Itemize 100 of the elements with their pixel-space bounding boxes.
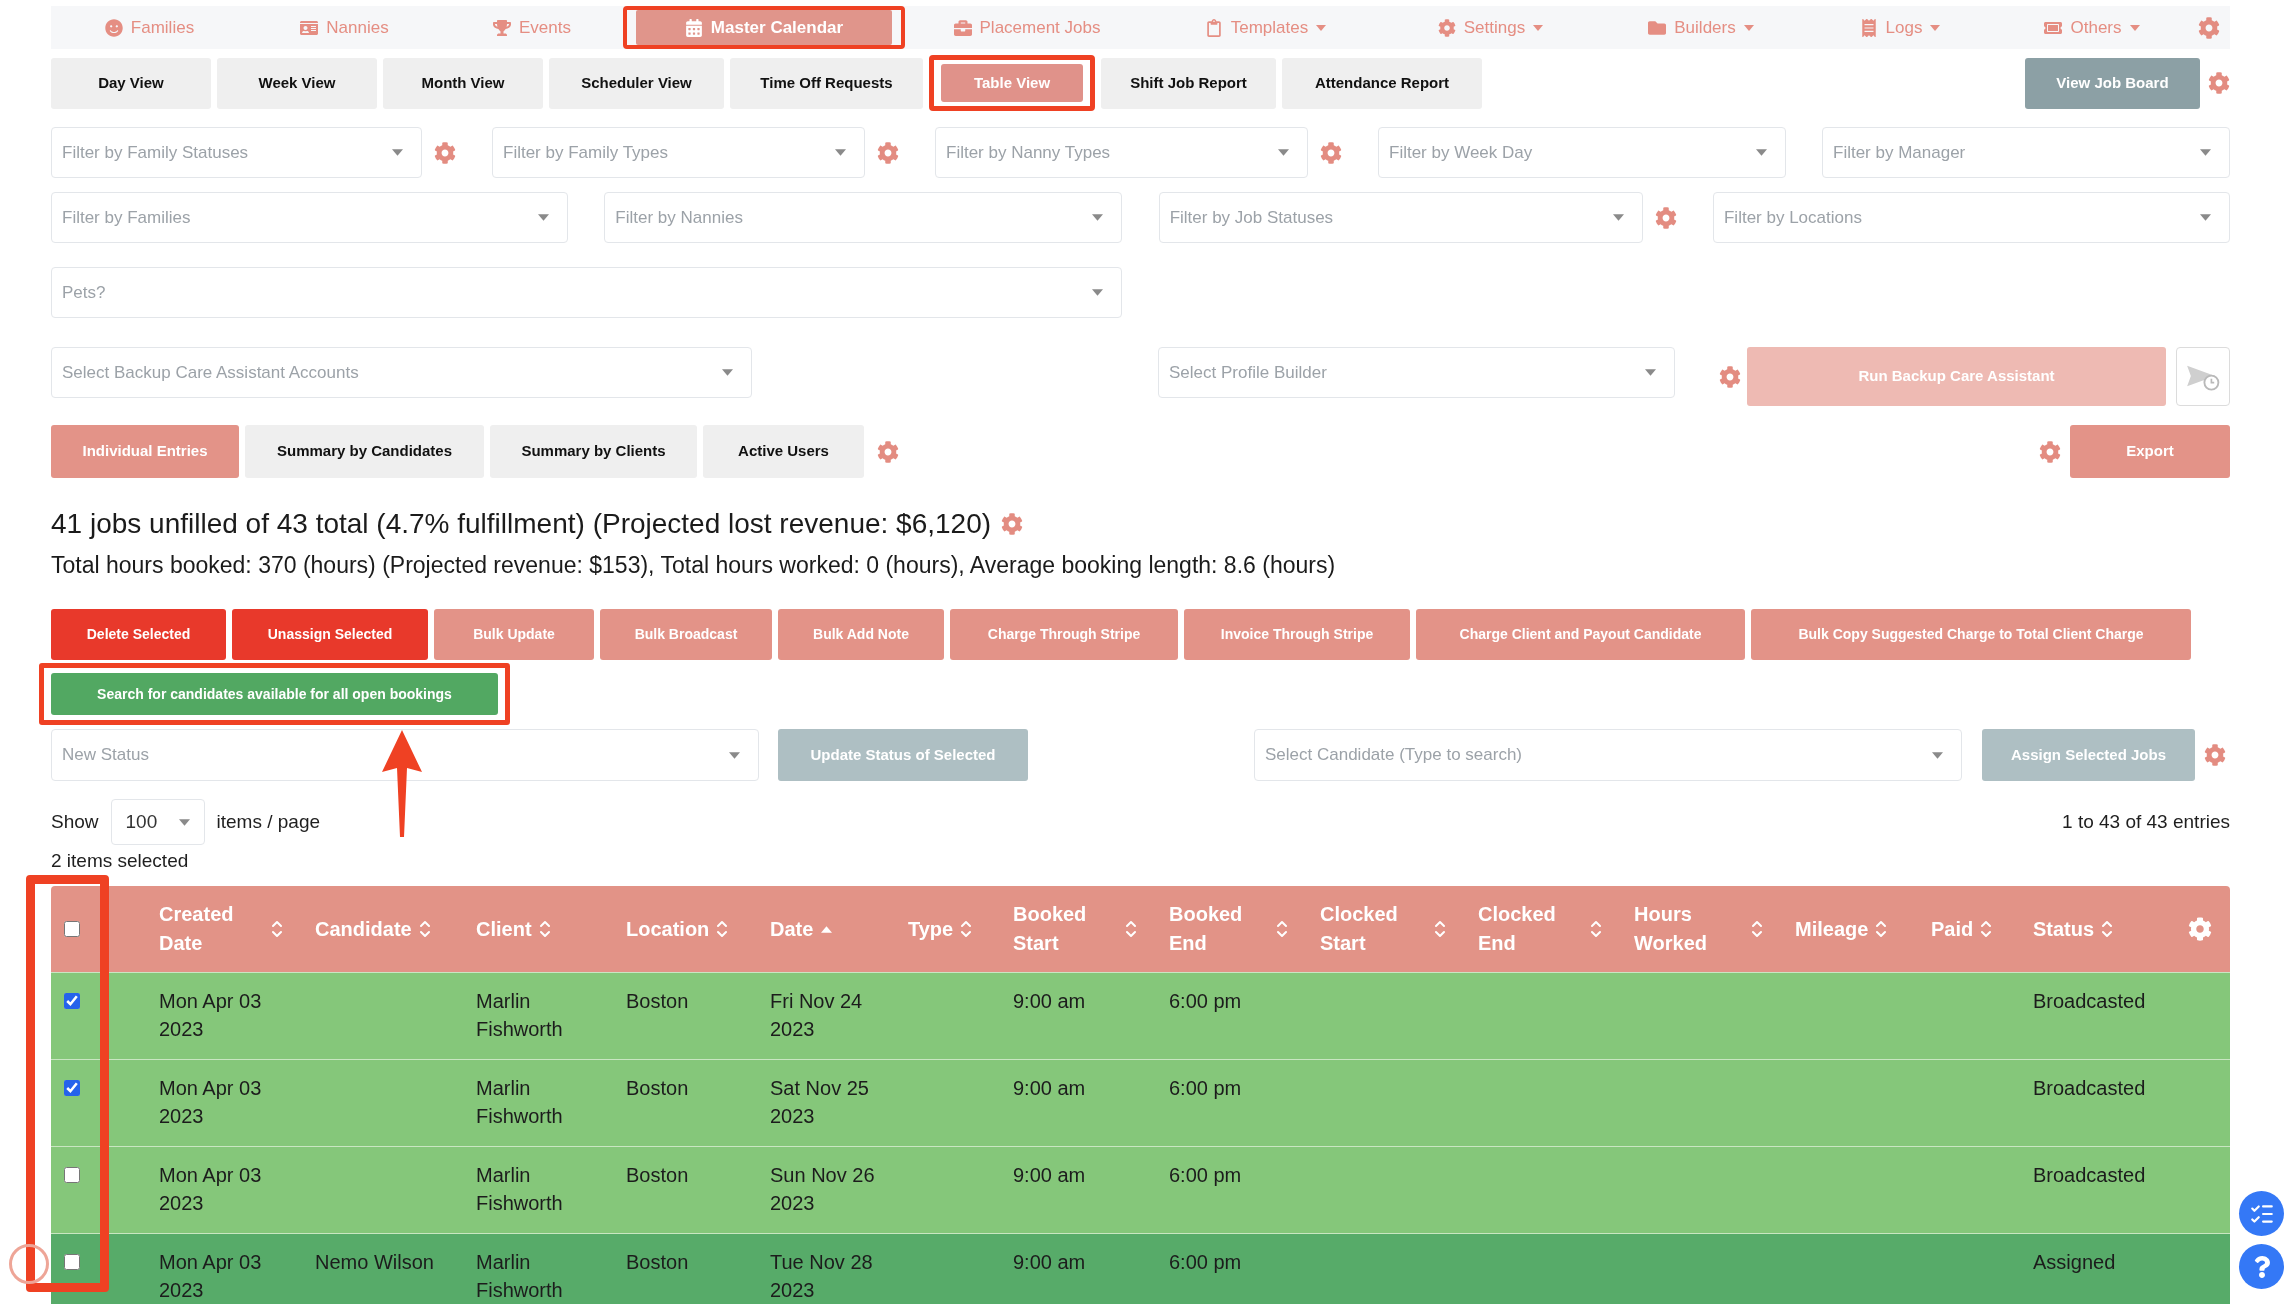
report-tab[interactable]: Individual Entries	[51, 425, 239, 478]
select-field[interactable]: Filter by Family Types	[492, 127, 865, 178]
bulk-action-button[interactable]: Bulk Update	[434, 609, 594, 660]
row-checkbox[interactable]	[64, 993, 80, 1009]
column-header[interactable]: Client	[476, 914, 532, 944]
sort-icon[interactable]	[1752, 920, 1762, 938]
nav-link[interactable]: Templates	[1204, 14, 1327, 41]
column-header[interactable]: Date	[770, 914, 814, 944]
view-tab[interactable]: Table View	[941, 64, 1083, 102]
select-field[interactable]: Filter by Nanny Types	[935, 127, 1308, 178]
view-tab[interactable]: Day View	[51, 57, 211, 109]
row-checkbox[interactable]	[64, 1080, 80, 1096]
select-field[interactable]: Filter by Locations	[1713, 192, 2230, 243]
report-tab[interactable]: Summary by Clients	[490, 425, 697, 478]
view-tab[interactable]: Month View	[383, 57, 543, 109]
gear-icon[interactable]	[2208, 72, 2230, 94]
select-field[interactable]: Filter by Family Statuses	[51, 127, 422, 178]
dropdown-caret-icon	[538, 214, 549, 221]
column-header[interactable]: Created Date	[159, 900, 234, 958]
nav-link[interactable]: Builders	[1648, 14, 1754, 41]
job-board-button[interactable]: View Job Board	[2025, 57, 2200, 109]
column-header[interactable]: Hours Worked	[1634, 900, 1707, 958]
select-field[interactable]: Pets?	[51, 267, 1122, 318]
gear-icon[interactable]	[434, 141, 456, 164]
select-field[interactable]: New Status	[51, 729, 759, 781]
sort-icon[interactable]	[2102, 920, 2113, 938]
bulk-action-button[interactable]: Delete Selected	[51, 609, 226, 660]
bulk-action-button[interactable]: Bulk Broadcast	[600, 609, 772, 660]
column-header[interactable]: Booked End	[1169, 900, 1243, 958]
sort-icon[interactable]	[1876, 920, 1887, 938]
select-field[interactable]: Filter by Week Day	[1378, 127, 1786, 178]
gear-icon[interactable]	[877, 440, 899, 463]
sort-icon[interactable]	[717, 920, 728, 938]
created-date-text: Mon Apr 03 2023	[159, 1163, 263, 1216]
select-field[interactable]: Filter by Nannies	[604, 192, 1123, 243]
column-header[interactable]: Paid	[1931, 914, 1974, 944]
sort-icon[interactable]	[1591, 920, 1601, 938]
column-header[interactable]: Clocked End	[1478, 900, 1556, 958]
column-header[interactable]: Location	[626, 914, 710, 944]
sort-icon[interactable]	[419, 920, 430, 938]
gear-icon[interactable]	[1654, 206, 1677, 229]
view-tab[interactable]: Scheduler View	[549, 57, 724, 109]
column-header[interactable]: Candidate	[315, 914, 412, 944]
select-field[interactable]: Filter by Job Statuses	[1158, 192, 1643, 243]
nav-link[interactable]: Families	[104, 14, 195, 41]
bulk-action-button[interactable]: Unassign Selected	[232, 609, 428, 660]
column-header[interactable]: Clocked Start	[1320, 900, 1398, 958]
search-candidates-button[interactable]: Search for candidates available for all open bookings	[51, 673, 498, 715]
page-size-select[interactable]: 100	[110, 799, 205, 845]
view-tab[interactable]: Week View	[217, 57, 377, 109]
view-tab[interactable]: Time Off Requests	[730, 57, 923, 109]
nav-link[interactable]: Nannies	[300, 14, 389, 41]
column-header[interactable]: Type	[908, 914, 954, 944]
sort-icon[interactable]	[1435, 920, 1445, 938]
nav-link[interactable]: Logs	[1859, 14, 1941, 41]
export-button[interactable]: Export	[2070, 425, 2230, 478]
select-field[interactable]: Filter by Manager	[1822, 127, 2230, 178]
bulk-action-button[interactable]: Bulk Copy Suggested Charge to Total Client Charge	[1751, 609, 2191, 660]
row-checkbox[interactable]	[64, 1254, 80, 1270]
nav-link[interactable]: Placement Jobs	[953, 14, 1101, 41]
location-text: Boston	[626, 1076, 689, 1101]
nav-link[interactable]: Master Calendar	[636, 10, 892, 45]
gear-icon[interactable]	[1001, 513, 1024, 535]
view-tab[interactable]: Attendance Report	[1282, 57, 1482, 109]
sort-icon[interactable]	[1981, 920, 1992, 938]
select-field[interactable]: Select Candidate (Type to search)	[1254, 729, 1962, 781]
sort-ascending-icon[interactable]	[821, 925, 833, 933]
sort-icon[interactable]	[539, 920, 550, 938]
gear-icon[interactable]	[1719, 366, 1741, 388]
schedule-send-button[interactable]	[2176, 347, 2230, 406]
bulk-action-button[interactable]: Charge Through Stripe	[950, 609, 1178, 660]
sort-icon[interactable]	[1126, 920, 1136, 938]
gear-icon[interactable]	[2188, 917, 2212, 941]
bulk-action-button[interactable]: Invoice Through Stripe	[1184, 609, 1410, 660]
nav-link[interactable]: Events	[493, 14, 571, 41]
select-field[interactable]: Select Profile Builder	[1158, 347, 1675, 398]
bulk-action-button[interactable]: Bulk Add Note	[778, 609, 944, 660]
sort-icon[interactable]	[961, 920, 972, 938]
column-header[interactable]: Mileage	[1795, 914, 1869, 944]
view-tab[interactable]: Shift Job Report	[1101, 57, 1276, 109]
column-header[interactable]: Status	[2033, 914, 2095, 944]
sort-icon[interactable]	[1277, 920, 1287, 938]
nav-link[interactable]: Settings	[1437, 14, 1544, 41]
help-button[interactable]	[2239, 1244, 2284, 1289]
row-checkbox[interactable]	[64, 1167, 80, 1183]
select-field[interactable]: Filter by Families	[51, 192, 568, 243]
report-tab[interactable]: Active Users	[703, 425, 864, 478]
gear-icon[interactable]	[2204, 744, 2226, 766]
bulk-action-button[interactable]: Charge Client and Payout Candidate	[1416, 609, 1745, 660]
report-tab[interactable]: Summary by Candidates	[245, 425, 484, 478]
select-field[interactable]: Select Backup Care Assistant Accounts	[51, 347, 752, 398]
select-all-checkbox[interactable]	[64, 921, 80, 937]
gear-icon[interactable]	[2197, 16, 2220, 39]
gear-icon[interactable]	[2039, 440, 2061, 463]
gear-icon[interactable]	[877, 141, 899, 164]
sort-icon[interactable]	[272, 920, 282, 938]
nav-link[interactable]: Others	[2044, 14, 2140, 41]
checklist-button[interactable]	[2239, 1191, 2284, 1236]
gear-icon[interactable]	[1320, 141, 1342, 164]
column-header[interactable]: Booked Start	[1013, 900, 1087, 958]
